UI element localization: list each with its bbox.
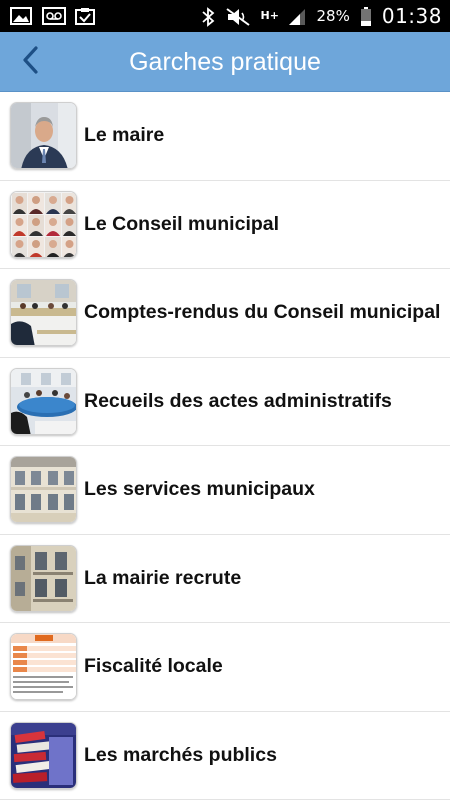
list-item-label: Le maire	[84, 124, 165, 147]
network-type: H+	[260, 9, 279, 22]
list-item-le-maire[interactable]: Le maire	[0, 92, 450, 181]
list-item-fiscalite-locale[interactable]: Fiscalité locale	[0, 623, 450, 712]
town-hall-thumbnail	[10, 456, 77, 524]
image-icon	[10, 7, 32, 25]
list-item-marches-publics[interactable]: Les marchés publics	[0, 711, 450, 800]
list-item-label: Le Conseil municipal	[84, 212, 280, 235]
council-meeting-thumbnail	[10, 279, 77, 347]
council-members-thumbnail	[10, 190, 77, 258]
building-facade-thumbnail	[10, 544, 77, 612]
meeting-table-thumbnail	[10, 367, 77, 435]
list-item-services-municipaux[interactable]: Les services municipaux	[0, 446, 450, 535]
status-bar-right: H+ 28% 01:38	[201, 4, 442, 28]
list-item-label: Les marchés publics	[84, 743, 277, 766]
battery-percent: 28%	[316, 7, 350, 25]
mute-icon	[225, 7, 251, 26]
list-item-label: Les services municipaux	[84, 478, 315, 501]
status-bar: H+ 28% 01:38	[0, 0, 450, 32]
voicemail-icon	[42, 7, 66, 25]
menu-list: Le maire Le Conseil municipal Comptes-re…	[0, 92, 450, 800]
list-item-mairie-recrute[interactable]: La mairie recrute	[0, 534, 450, 623]
list-item-label: Recueils des actes administratifs	[84, 389, 392, 412]
clock: 01:38	[381, 4, 442, 28]
page-title: Garches pratique	[129, 48, 321, 76]
list-item-label: Fiscalité locale	[84, 655, 223, 678]
stacked-folders-thumbnail	[10, 721, 77, 789]
mayor-portrait-thumbnail	[10, 102, 77, 170]
list-item-conseil-municipal[interactable]: Le Conseil municipal	[0, 180, 450, 269]
clipboard-check-icon	[74, 7, 96, 25]
battery-icon	[360, 7, 372, 26]
signal-icon	[287, 7, 307, 25]
app-bar: Garches pratique	[0, 32, 450, 92]
tax-table-thumbnail	[10, 633, 77, 701]
list-item-label: Comptes-rendus du Conseil municipal	[84, 301, 441, 324]
list-item-recueils[interactable]: Recueils des actes administratifs	[0, 357, 450, 446]
status-bar-left	[10, 7, 96, 25]
list-item-comptes-rendus[interactable]: Comptes-rendus du Conseil municipal	[0, 269, 450, 358]
list-item-label: La mairie recrute	[84, 566, 242, 589]
bluetooth-icon	[201, 7, 215, 27]
